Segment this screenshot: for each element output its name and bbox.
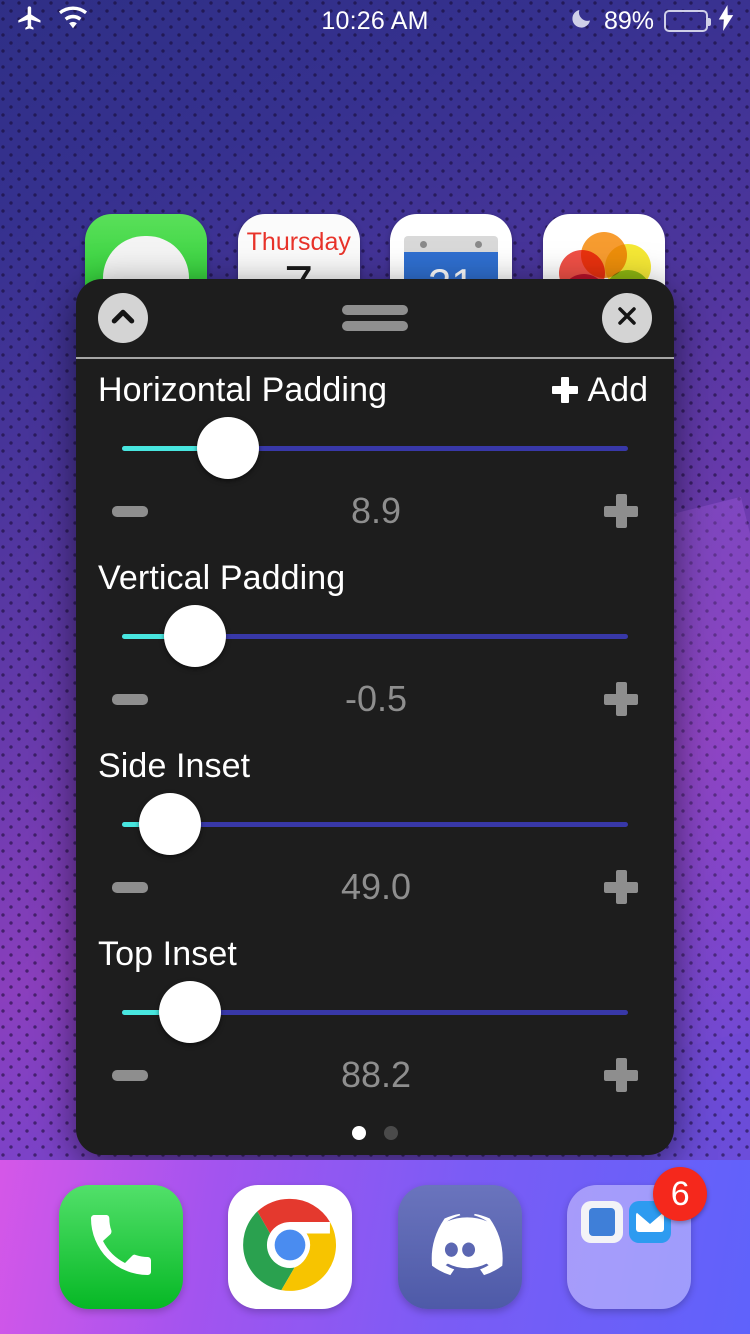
slider-thumb[interactable] (159, 981, 222, 1043)
slider-value: 49.0 (340, 866, 412, 907)
drag-handle-icon[interactable] (76, 305, 674, 331)
battery-percent-label: 89% (603, 6, 654, 35)
slider-stepper-row: 88.2 (96, 1039, 654, 1111)
slider-value: 8.9 (350, 490, 402, 531)
slider-thumb[interactable] (197, 417, 260, 479)
dock-item-chrome[interactable] (228, 1185, 353, 1309)
slider-control-panel: Horizontal Padding Add 8.9 Vertical Padd… (76, 279, 674, 1155)
slider-header-row: Side Inset (96, 735, 654, 797)
minus-icon[interactable] (112, 505, 148, 517)
plus-icon[interactable] (604, 870, 638, 904)
close-x-icon (613, 302, 641, 335)
slider-label: Vertical Padding (98, 558, 346, 597)
dock-item-mail-folder[interactable]: 6 (567, 1167, 708, 1309)
slider-stepper-row: -0.5 (96, 663, 654, 735)
phone-icon (81, 1205, 161, 1290)
plus-icon[interactable] (604, 494, 638, 528)
add-button[interactable]: Add (551, 370, 653, 410)
minus-icon[interactable] (112, 693, 148, 705)
slider-label: Side Inset (98, 746, 251, 785)
calendar-weekday-label: Thursday (246, 228, 351, 256)
slider-control-side-inset: Side Inset 49.0 (76, 735, 674, 923)
page-dot-active[interactable] (352, 1126, 366, 1140)
notification-badge: 6 (653, 1167, 708, 1221)
slider-value: -0.5 (344, 678, 408, 719)
page-dot[interactable] (384, 1126, 398, 1140)
moon-icon (570, 6, 594, 37)
slider-control-horizontal-padding: Horizontal Padding Add 8.9 (76, 359, 674, 547)
minus-icon[interactable] (112, 881, 148, 893)
dock-item-discord[interactable] (397, 1185, 522, 1309)
plus-icon[interactable] (604, 1058, 638, 1092)
chevron-up-icon (108, 301, 138, 336)
slider-control-vertical-padding: Vertical Padding -0.5 (76, 547, 674, 735)
slider-track-area[interactable] (122, 793, 628, 855)
collapse-button[interactable] (98, 293, 148, 343)
slider-thumb[interactable] (139, 793, 202, 855)
wifi-icon (58, 5, 88, 37)
add-button-label: Add (587, 370, 649, 409)
dock: 6 (0, 1160, 750, 1334)
battery-icon (664, 10, 711, 32)
slider-value: 88.2 (340, 1054, 412, 1095)
status-bar-left (16, 4, 88, 39)
notes-app-mini-icon (581, 1201, 624, 1243)
slider-header-row: Top Inset (96, 923, 654, 985)
slider-track-area[interactable] (122, 417, 628, 479)
discord-icon (417, 1202, 503, 1293)
slider-track-area[interactable] (122, 605, 628, 667)
close-button[interactable] (602, 293, 652, 343)
airplane-icon (16, 4, 44, 39)
plus-icon (551, 377, 578, 403)
slider-thumb[interactable] (164, 605, 227, 667)
slider-label: Top Inset (98, 934, 237, 973)
minus-icon[interactable] (112, 1069, 148, 1081)
plus-icon[interactable] (604, 682, 638, 716)
phone-screen: 10:26 AM 89% Thursday 7 21 (0, 0, 750, 1334)
page-indicator[interactable] (76, 1111, 674, 1155)
slider-stepper-row: 8.9 (96, 475, 654, 547)
status-bar-right: 89% (570, 4, 734, 38)
slider-control-top-inset: Top Inset 88.2 (76, 923, 674, 1111)
dock-item-phone[interactable] (58, 1185, 183, 1309)
chrome-icon (242, 1197, 338, 1298)
slider-label: Horizontal Padding (98, 370, 388, 409)
slider-stepper-row: 49.0 (96, 851, 654, 923)
calendar-binder-icon (404, 236, 499, 252)
slider-header-row: Vertical Padding (96, 547, 654, 609)
panel-header (76, 279, 674, 359)
slider-track-area[interactable] (122, 981, 628, 1043)
status-bar: 10:26 AM 89% (0, 0, 750, 42)
slider-header-row: Horizontal Padding Add (96, 359, 654, 421)
lightning-bolt-icon (718, 4, 734, 38)
